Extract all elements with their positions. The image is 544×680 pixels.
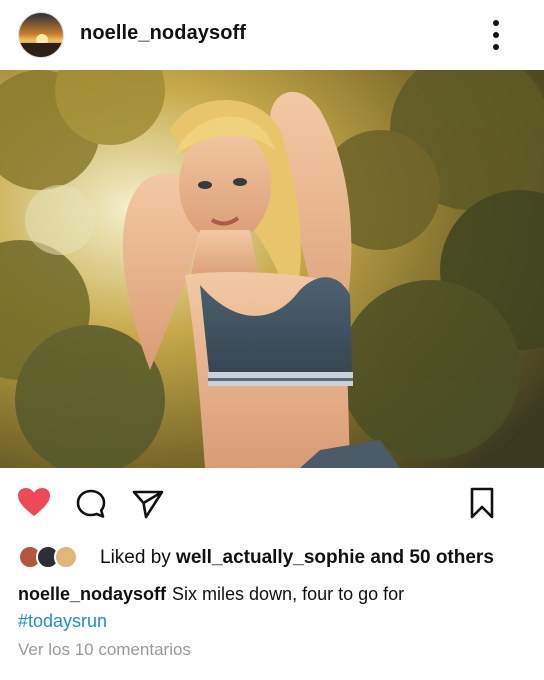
caption-username[interactable]: noelle_nodaysoff (18, 584, 166, 604)
likes-text[interactable]: Liked by well_actually_sophie and 50 oth… (100, 547, 494, 569)
likes-prefix: Liked by (100, 547, 177, 568)
caption-hashtag[interactable]: #todaysrun (18, 611, 107, 631)
post-image[interactable] (0, 70, 544, 468)
action-bar (0, 468, 544, 538)
avatar[interactable] (18, 12, 64, 58)
bookmark-icon[interactable] (468, 486, 496, 520)
post-caption: noelle_nodaysoff Six miles down, four to … (18, 581, 528, 635)
likes-suffix[interactable]: and 50 others (365, 547, 494, 568)
caption-text: Six miles down, four to go for (172, 584, 405, 604)
more-vertical-icon[interactable] (486, 18, 506, 52)
likes-row: Liked by well_actually_sophie and 50 oth… (18, 545, 538, 571)
post-header: noelle_nodaysoff (0, 0, 544, 70)
comment-icon[interactable] (75, 488, 107, 520)
heart-filled-icon[interactable] (16, 486, 52, 518)
view-comments-link[interactable]: Ver los 10 comentarios (18, 640, 191, 660)
likes-user[interactable]: well_actually_sophie (176, 547, 365, 568)
liker-avatar (54, 545, 78, 569)
send-icon[interactable] (131, 488, 165, 520)
post-username[interactable]: noelle_nodaysoff (80, 22, 246, 45)
